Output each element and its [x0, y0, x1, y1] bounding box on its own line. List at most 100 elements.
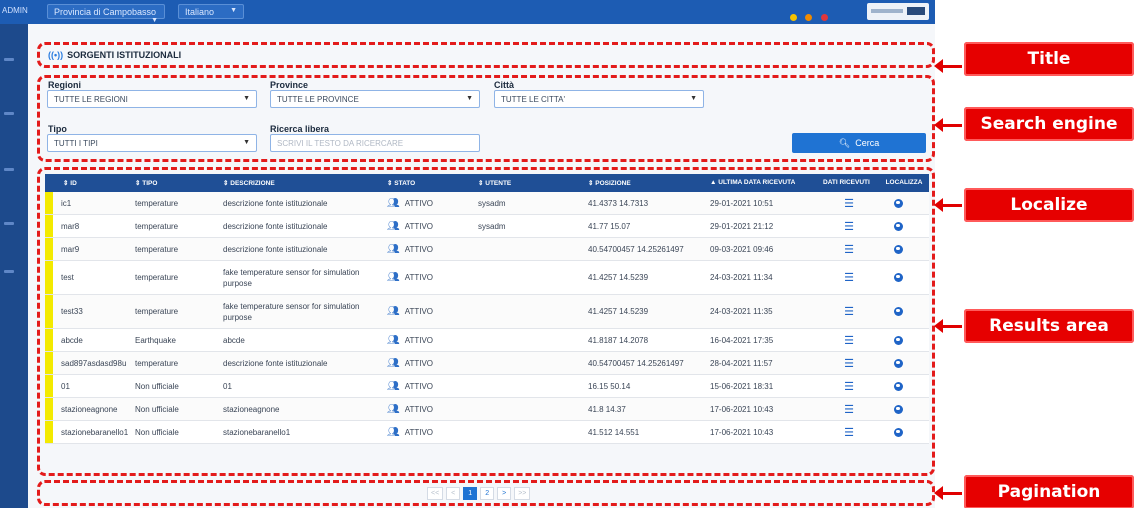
cell-posizione: 40.54700457 14.25261497	[588, 352, 710, 374]
cell-data: 24-03-2021 11:34	[710, 261, 823, 294]
cell-utente	[478, 295, 588, 328]
cell-utente	[478, 375, 588, 397]
cell-descrizione-text: descrizione fonte istituzionale	[223, 244, 328, 254]
table-row[interactable]: test33 temperature fake temperature sensor…	[45, 295, 929, 329]
list-icon[interactable]: ☰	[844, 426, 854, 439]
province-filter-select[interactable]: TUTTE LE PROVINCE ▼	[270, 90, 480, 108]
column-header-data[interactable]: ▲ ULTIMA DATA RICEVUTA	[710, 174, 823, 192]
table-row[interactable]: stazioneagnone Non ufficiale stazioneagnon…	[45, 398, 929, 421]
status-dot[interactable]	[805, 14, 813, 21]
nav-item[interactable]	[4, 58, 14, 61]
cell-dati-ricevuti: ☰	[823, 329, 875, 351]
cell-id: 01	[53, 375, 135, 397]
globe-icon[interactable]	[893, 221, 903, 231]
list-icon[interactable]: ☰	[844, 403, 854, 416]
table-row[interactable]: mar8 temperature descrizione fonte istituz…	[45, 215, 929, 238]
cell-id-text: ic1	[61, 198, 72, 208]
cell-utente-text: sysadm	[478, 221, 506, 231]
prev-page-button[interactable]: <	[446, 487, 461, 500]
table-row[interactable]: sad897asdasd98u temperature descrizione fo…	[45, 352, 929, 375]
last-page-button[interactable]: >>	[514, 487, 531, 500]
tipo-select[interactable]: TUTTI I TIPI ▼	[47, 134, 257, 152]
cell-data-text: 17-06-2021 10:43	[710, 427, 774, 437]
cell-descrizione-text: fake temperature sensor for simulation p…	[223, 301, 360, 322]
column-header-stato[interactable]: ⇕ STATO	[387, 174, 478, 192]
page-2-button[interactable]: 2	[480, 487, 495, 500]
next-page-button[interactable]: >	[497, 487, 512, 500]
list-icon[interactable]: ☰	[844, 334, 854, 347]
list-icon[interactable]: ☰	[844, 197, 854, 210]
table-row[interactable]: 01 Non ufficiale 01 👥︎ ATTIVO 16.15 50.14 15-0…	[45, 375, 929, 398]
globe-icon[interactable]	[893, 198, 903, 208]
cell-posizione-text: 16.15 50.14	[588, 381, 631, 391]
cell-posizione-text: 41.8187 14.2078	[588, 335, 649, 345]
cell-id: stazionebaranello1	[53, 421, 135, 443]
nav-item[interactable]	[4, 222, 14, 225]
table-row[interactable]: test temperature fake temperature sensor f…	[45, 261, 929, 295]
column-header-label: ULTIMA DATA RICEVUTA	[718, 179, 796, 186]
first-page-button[interactable]: <<	[427, 487, 444, 500]
province-select[interactable]: Provincia di Campobasso ▼	[47, 4, 165, 24]
pagination: << < 1 2 > >>	[427, 487, 531, 500]
table-row[interactable]: stazionebaranello1 Non ufficiale stazioneb…	[45, 421, 929, 444]
globe-icon[interactable]	[893, 244, 903, 254]
cell-localizza	[875, 261, 921, 294]
cell-tipo-text: Non ufficiale	[135, 427, 179, 437]
globe-icon[interactable]	[893, 335, 903, 345]
results-table: ⇕ ID ⇕ TIPO ⇕ DESCRIZIONE ⇕ STATO ⇕ UTEN…	[45, 174, 929, 444]
list-icon[interactable]: ☰	[844, 357, 854, 370]
users-icon: 👥︎	[387, 426, 400, 438]
globe-icon[interactable]	[893, 358, 903, 368]
cell-descrizione-text: abcde	[223, 335, 245, 345]
citta-select[interactable]: TUTTE LE CITTA' ▼	[494, 90, 704, 108]
ricerca-libera-input[interactable]: SCRIVI IL TESTO DA RICERCARE	[270, 134, 480, 152]
row-status-indicator	[45, 352, 53, 374]
list-icon[interactable]: ☰	[844, 243, 854, 256]
table-row[interactable]: mar9 temperature descrizione fonte istituz…	[45, 238, 929, 261]
cell-tipo: Non ufficiale	[135, 375, 223, 397]
globe-icon[interactable]	[893, 381, 903, 391]
nav-item[interactable]	[4, 168, 14, 171]
list-icon[interactable]: ☰	[844, 305, 854, 318]
cell-descrizione-text: 01	[223, 381, 232, 391]
callout-title: Title	[964, 42, 1134, 76]
page-1-button[interactable]: 1	[463, 487, 478, 500]
cell-data: 15-06-2021 18:31	[710, 375, 823, 397]
globe-icon[interactable]	[893, 427, 903, 437]
cell-posizione-text: 41.4257 14.5239	[588, 273, 649, 282]
cell-utente	[478, 238, 588, 260]
status-dot[interactable]	[790, 14, 797, 21]
callout-localize: Localize	[964, 188, 1134, 222]
language-select[interactable]: Italiano ▼	[178, 4, 244, 19]
column-header-posizione[interactable]: ⇕ POSIZIONE	[588, 174, 710, 192]
column-header-utente[interactable]: ⇕ UTENTE	[478, 174, 588, 192]
list-icon[interactable]: ☰	[844, 380, 854, 393]
callout-search-engine: Search engine	[964, 107, 1134, 141]
cell-posizione-text: 41.4257 14.5239	[588, 307, 649, 316]
cell-localizza	[875, 375, 921, 397]
globe-icon[interactable]	[893, 404, 903, 414]
globe-icon[interactable]	[893, 307, 903, 316]
column-header-descrizione[interactable]: ⇕ DESCRIZIONE	[223, 174, 387, 192]
nav-item[interactable]	[4, 270, 14, 273]
regioni-select[interactable]: TUTTE LE REGIONI ▼	[47, 90, 257, 108]
nav-item[interactable]	[4, 112, 14, 115]
cell-descrizione-text: stazioneagnone	[223, 404, 280, 414]
cell-id-text: test33	[61, 307, 83, 316]
globe-icon[interactable]	[893, 273, 903, 282]
cell-data: 16-04-2021 17:35	[710, 329, 823, 351]
users-icon: 👥︎	[387, 334, 400, 346]
cell-descrizione: descrizione fonte istituzionale	[223, 238, 387, 260]
column-header-localizza: LOCALIZZA	[881, 174, 927, 192]
column-header-tipo[interactable]: ⇕ TIPO	[135, 174, 223, 192]
column-header-id[interactable]: ⇕ ID	[45, 174, 135, 192]
results-arrow	[934, 319, 962, 333]
status-dot[interactable]	[820, 14, 828, 21]
cell-localizza	[875, 352, 921, 374]
list-icon[interactable]: ☰	[844, 220, 854, 233]
list-icon[interactable]: ☰	[844, 271, 854, 284]
table-row[interactable]: abcde Earthquake abcde 👥︎ ATTIVO 41.8187 14.2…	[45, 329, 929, 352]
province-select-value: Provincia di Campobasso	[54, 7, 157, 17]
search-button[interactable]: 🔍︎ Cerca	[792, 133, 926, 153]
table-row[interactable]: ic1 temperature descrizione fonte istituzi…	[45, 192, 929, 215]
